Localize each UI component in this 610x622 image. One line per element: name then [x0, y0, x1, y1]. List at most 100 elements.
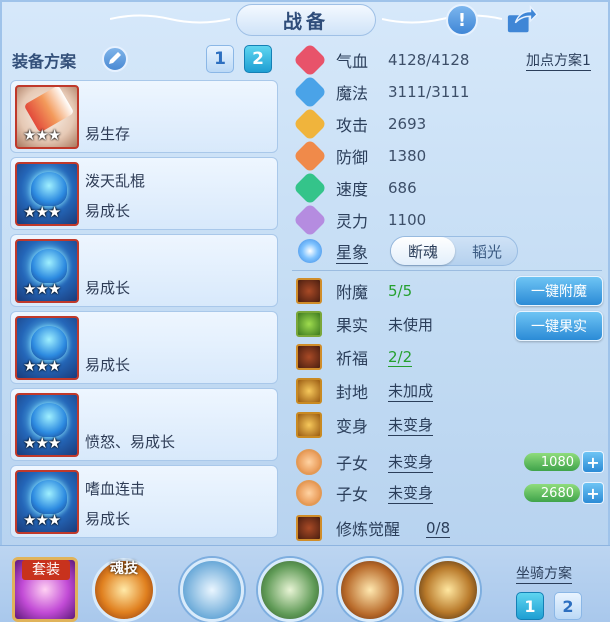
- skill-slot-2[interactable]: [258, 558, 322, 622]
- page-title: 战备: [236, 4, 376, 36]
- buff-value[interactable]: 2/2: [388, 348, 413, 367]
- buff-value: 未使用: [388, 315, 434, 334]
- equipment-slot-3[interactable]: ★★★ 易成长: [10, 234, 278, 307]
- stat-value: 2693: [388, 115, 427, 133]
- top-bar: 战备 !: [0, 0, 610, 40]
- child-1-add-button[interactable]: +: [582, 451, 604, 473]
- exclamation-icon: !: [457, 9, 467, 31]
- alert-button[interactable]: !: [446, 4, 478, 36]
- soul-skill-label: 魂技: [110, 561, 138, 577]
- buff-row-cultivation: 修炼觉醒 0/8: [296, 513, 451, 543]
- stat-label: 攻击: [336, 116, 369, 135]
- star-sign-label[interactable]: 星象: [336, 239, 369, 264]
- buff-label: 子女: [336, 485, 369, 504]
- buff-label: 变身: [336, 417, 369, 436]
- buff-label: 子女: [336, 454, 369, 473]
- stat-plan-link[interactable]: 加点方案1: [526, 50, 591, 71]
- mana-icon: [293, 75, 327, 109]
- heart-icon: [293, 43, 327, 77]
- equipment-name: 嗜血连击: [85, 480, 146, 498]
- equipment-trait: 易生存: [85, 125, 131, 143]
- plus-icon: +: [586, 452, 600, 472]
- mount-tab-2[interactable]: 2: [554, 592, 582, 620]
- buff-value[interactable]: 未变身: [388, 414, 434, 436]
- star-sign-option[interactable]: 韬光: [455, 237, 519, 265]
- spirit-icon: [293, 203, 327, 237]
- buff-label: 祈福: [336, 349, 369, 368]
- edit-scheme-button[interactable]: [102, 46, 128, 72]
- buff-row-enchant: 附魔 5/5: [296, 276, 412, 306]
- pencil-icon: [109, 52, 121, 64]
- buff-value[interactable]: 未变身: [388, 451, 434, 473]
- mount-scheme-label[interactable]: 坐骑方案: [516, 563, 572, 584]
- equipment-trait: 易成长: [85, 202, 131, 220]
- buff-row-child-2: 子女 未变身: [296, 478, 434, 508]
- child-2-add-button[interactable]: +: [582, 482, 604, 504]
- star-sign-toggle: 断魂 韬光: [390, 236, 518, 266]
- buff-value[interactable]: 0/8: [426, 519, 451, 538]
- skill-slot-3[interactable]: [338, 558, 402, 622]
- equipment-trait: 易成长: [85, 356, 131, 374]
- buff-label: 果实: [336, 316, 369, 335]
- share-button[interactable]: [506, 4, 538, 36]
- star-sign-option-selected[interactable]: 断魂: [391, 237, 455, 265]
- one-click-enchant-button[interactable]: 一键附魔: [515, 276, 603, 306]
- stat-row-speed: 速度 686: [293, 171, 417, 205]
- equipment-tab-1[interactable]: 1: [206, 45, 234, 73]
- share-icon: [507, 5, 538, 33]
- equipment-2-icon: ★★★: [15, 162, 79, 226]
- stat-row-mp: 魔法 3111/3111: [293, 75, 469, 109]
- stat-row-defense: 防御 1380: [293, 139, 427, 173]
- buff-row-blessing: 祈福 2/2: [296, 342, 413, 372]
- buff-label: 封地: [336, 383, 369, 402]
- fief-icon: [296, 378, 322, 404]
- equipment-slot-5[interactable]: ★★★ 愤怒、易成长: [10, 388, 278, 461]
- equipment-4-icon: ★★★: [15, 316, 79, 380]
- buff-row-fruit: 果实 未使用: [296, 309, 433, 339]
- plus-icon: +: [586, 483, 600, 503]
- equipment-slot-4[interactable]: ★★★ 易成长: [10, 311, 278, 384]
- skill-slot-4[interactable]: [416, 558, 480, 622]
- star-rating: ★★★: [23, 203, 61, 221]
- stat-row-spirit: 灵力 1100: [293, 203, 427, 237]
- star-rating: ★★★: [23, 434, 61, 452]
- equipment-slot-6[interactable]: ★★★ 嗜血连击 易成长: [10, 465, 278, 538]
- stat-label: 防御: [336, 148, 369, 167]
- equipment-tab-2[interactable]: 2: [244, 45, 272, 73]
- equipment-trait: 易成长: [85, 510, 131, 528]
- buff-value[interactable]: 未变身: [388, 482, 434, 504]
- stat-label: 灵力: [336, 212, 369, 231]
- stat-value: 1100: [388, 211, 427, 229]
- fruit-icon: [296, 311, 322, 337]
- buff-value: 5/5: [388, 282, 413, 300]
- cultivation-icon: [296, 515, 322, 541]
- mount-tab-1[interactable]: 1: [516, 592, 544, 620]
- title-ornament-right: [382, 14, 502, 24]
- star-sign-row: 星象: [296, 236, 369, 266]
- buff-label: 修炼觉醒: [336, 520, 401, 539]
- title-ornament-left: [110, 14, 230, 24]
- buff-row-child-1: 子女 未变身: [296, 447, 434, 477]
- sword-icon: [293, 107, 327, 141]
- stat-row-attack: 攻击 2693: [293, 107, 427, 141]
- stat-value: 1380: [388, 147, 427, 165]
- shield-icon: [293, 139, 327, 173]
- stat-label: 魔法: [336, 84, 369, 103]
- stat-value: 4128/4128: [388, 51, 470, 69]
- equipment-slot-2[interactable]: ★★★ 泼天乱棍 易成长: [10, 157, 278, 230]
- equipment-list: ★★★ 易生存 ★★★ 泼天乱棍 易成长 ★★★ 易成长 ★★★ 易成长 ★★★…: [10, 80, 278, 542]
- star-rating: ★★★: [23, 511, 61, 529]
- enchant-icon: [296, 278, 322, 304]
- buff-label: 附魔: [336, 283, 369, 302]
- one-click-fruit-button[interactable]: 一键果实: [515, 311, 603, 341]
- star-rating: ★★★: [23, 280, 61, 298]
- child-2-value: 2680: [524, 484, 580, 502]
- skill-slot-1[interactable]: [180, 558, 244, 622]
- lightning-icon: [293, 171, 327, 205]
- buff-value[interactable]: 未加成: [388, 380, 434, 402]
- stat-value: 686: [388, 179, 417, 197]
- equipment-slot-1[interactable]: ★★★ 易生存: [10, 80, 278, 153]
- equipment-3-icon: ★★★: [15, 239, 79, 303]
- equipment-5-icon: ★★★: [15, 393, 79, 457]
- suit-label: 套装: [22, 560, 70, 580]
